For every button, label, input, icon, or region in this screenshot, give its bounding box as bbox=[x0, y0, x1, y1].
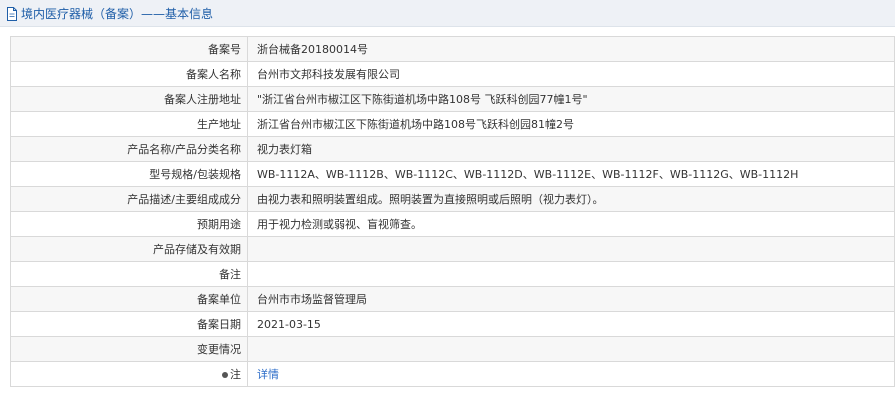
document-icon bbox=[6, 6, 18, 21]
table-row: 型号规格/包装规格 WB-1112A、WB-1112B、WB-1112C、WB-… bbox=[10, 161, 895, 187]
table-row: 预期用途 用于视力检测或弱视、盲视筛查。 bbox=[10, 211, 895, 237]
table-row: 产品存储及有效期 bbox=[10, 236, 895, 262]
record-info-table: 备案号 浙台械备20180014号 备案人名称 台州市文邦科技发展有限公司 备案… bbox=[10, 36, 895, 387]
page-title: 境内医疗器械（备案）——基本信息 bbox=[21, 7, 214, 21]
row-label-product-name: 产品名称/产品分类名称 bbox=[10, 136, 248, 162]
row-value-product-description: 由视力表和照明装置组成。照明装置为直接照明或后照明（视力表灯）。 bbox=[247, 186, 895, 212]
table-row: 产品描述/主要组成成分 由视力表和照明装置组成。照明装置为直接照明或后照明（视力… bbox=[10, 186, 895, 212]
row-label-note: 注 bbox=[10, 361, 248, 387]
row-value-intended-use: 用于视力检测或弱视、盲视筛查。 bbox=[247, 211, 895, 237]
row-value-registrant-address: "浙江省台州市椒江区下陈街道机场中路108号 飞跃科创园77幢1号" bbox=[247, 86, 895, 112]
table-row: 注 详情 bbox=[10, 361, 895, 387]
row-label-production-address: 生产地址 bbox=[10, 111, 248, 137]
row-value-filing-date: 2021-03-15 bbox=[247, 311, 895, 337]
row-label-note-text: 注 bbox=[230, 368, 241, 381]
row-value-change-history bbox=[247, 336, 895, 362]
row-value-record-number: 浙台械备20180014号 bbox=[247, 36, 895, 62]
table-row: 产品名称/产品分类名称 视力表灯箱 bbox=[10, 136, 895, 162]
pin-icon bbox=[222, 372, 228, 378]
row-label-registrant-address: 备案人注册地址 bbox=[10, 86, 248, 112]
row-label-filing-unit: 备案单位 bbox=[10, 286, 248, 312]
row-value-product-name: 视力表灯箱 bbox=[247, 136, 895, 162]
row-value-filing-unit: 台州市市场监督管理局 bbox=[247, 286, 895, 312]
row-label-record-number: 备案号 bbox=[10, 36, 248, 62]
row-label-storage-validity: 产品存储及有效期 bbox=[10, 236, 248, 262]
page-header: 境内医疗器械（备案）——基本信息 bbox=[0, 0, 895, 27]
row-label-product-description: 产品描述/主要组成成分 bbox=[10, 186, 248, 212]
row-value-note: 详情 bbox=[247, 361, 895, 387]
row-label-intended-use: 预期用途 bbox=[10, 211, 248, 237]
table-row: 备案人名称 台州市文邦科技发展有限公司 bbox=[10, 61, 895, 87]
row-value-registrant-name: 台州市文邦科技发展有限公司 bbox=[247, 61, 895, 87]
table-row: 备案号 浙台械备20180014号 bbox=[10, 36, 895, 62]
row-value-production-address: 浙江省台州市椒江区下陈街道机场中路108号飞跃科创园81幢2号 bbox=[247, 111, 895, 137]
row-label-filing-date: 备案日期 bbox=[10, 311, 248, 337]
table-row: 生产地址 浙江省台州市椒江区下陈街道机场中路108号飞跃科创园81幢2号 bbox=[10, 111, 895, 137]
table-row: 备注 bbox=[10, 261, 895, 287]
row-label-registrant-name: 备案人名称 bbox=[10, 61, 248, 87]
row-value-storage-validity bbox=[247, 236, 895, 262]
row-label-change-history: 变更情况 bbox=[10, 336, 248, 362]
row-label-remarks: 备注 bbox=[10, 261, 248, 287]
table-row: 备案单位 台州市市场监督管理局 bbox=[10, 286, 895, 312]
table-row: 变更情况 bbox=[10, 336, 895, 362]
table-row: 备案人注册地址 "浙江省台州市椒江区下陈街道机场中路108号 飞跃科创园77幢1… bbox=[10, 86, 895, 112]
row-label-model-spec: 型号规格/包装规格 bbox=[10, 161, 248, 187]
details-link[interactable]: 详情 bbox=[257, 368, 279, 381]
row-value-remarks bbox=[247, 261, 895, 287]
page-title-wrap: 境内医疗器械（备案）——基本信息 bbox=[6, 6, 213, 21]
row-value-model-spec: WB-1112A、WB-1112B、WB-1112C、WB-1112D、WB-1… bbox=[247, 161, 895, 187]
table-row: 备案日期 2021-03-15 bbox=[10, 311, 895, 337]
